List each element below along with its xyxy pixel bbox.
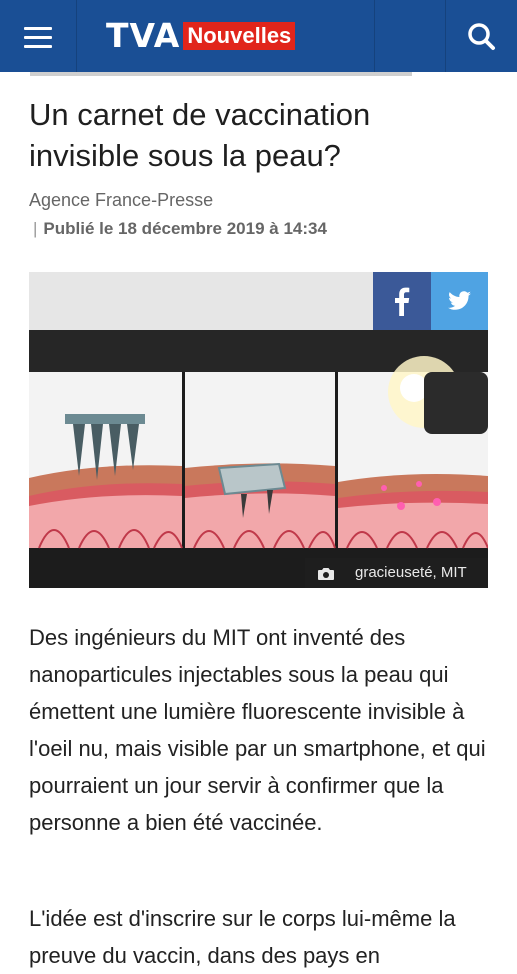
- logo-tva-text: TVA: [106, 16, 181, 55]
- microneedle-illustration: [29, 330, 488, 588]
- menu-icon-line: [24, 45, 52, 48]
- menu-icon-line: [24, 36, 52, 39]
- search-button[interactable]: [445, 0, 517, 72]
- camera-icon: [318, 568, 334, 580]
- section-rule: [30, 72, 412, 76]
- logo-nouvelles-text: Nouvelles: [183, 22, 296, 50]
- article-date: | Publié le 18 décembre 2019 à 14:34: [33, 219, 327, 239]
- article-media: gracieuseté, MIT: [29, 272, 488, 588]
- published-text: Publié le 18 décembre 2019 à 14:34: [43, 219, 327, 238]
- menu-button[interactable]: [0, 0, 77, 72]
- article-image[interactable]: [29, 330, 488, 588]
- facebook-icon: [395, 287, 410, 316]
- search-icon: [468, 23, 495, 50]
- facebook-share-button[interactable]: [373, 272, 431, 330]
- image-credit: gracieuseté, MIT: [355, 564, 467, 581]
- article-title: Un carnet de vaccination invisible sous …: [29, 97, 371, 173]
- article-paragraph: Des ingénieurs du MIT ont inventé des na…: [29, 625, 486, 835]
- header-divider: [374, 0, 375, 72]
- article-paragraph: L'idée est d'inscrire sur le corps lui-m…: [29, 906, 456, 968]
- top-bar: TVA Nouvelles: [0, 0, 517, 72]
- twitter-share-button[interactable]: [431, 272, 488, 330]
- tva-nouvelles-logo[interactable]: TVA Nouvelles: [106, 16, 296, 55]
- article-agency[interactable]: Agence France-Presse: [29, 190, 213, 211]
- menu-icon-line: [24, 27, 52, 30]
- twitter-icon: [448, 291, 471, 310]
- date-separator: |: [33, 219, 38, 238]
- image-caption: gracieuseté, MIT: [305, 558, 488, 588]
